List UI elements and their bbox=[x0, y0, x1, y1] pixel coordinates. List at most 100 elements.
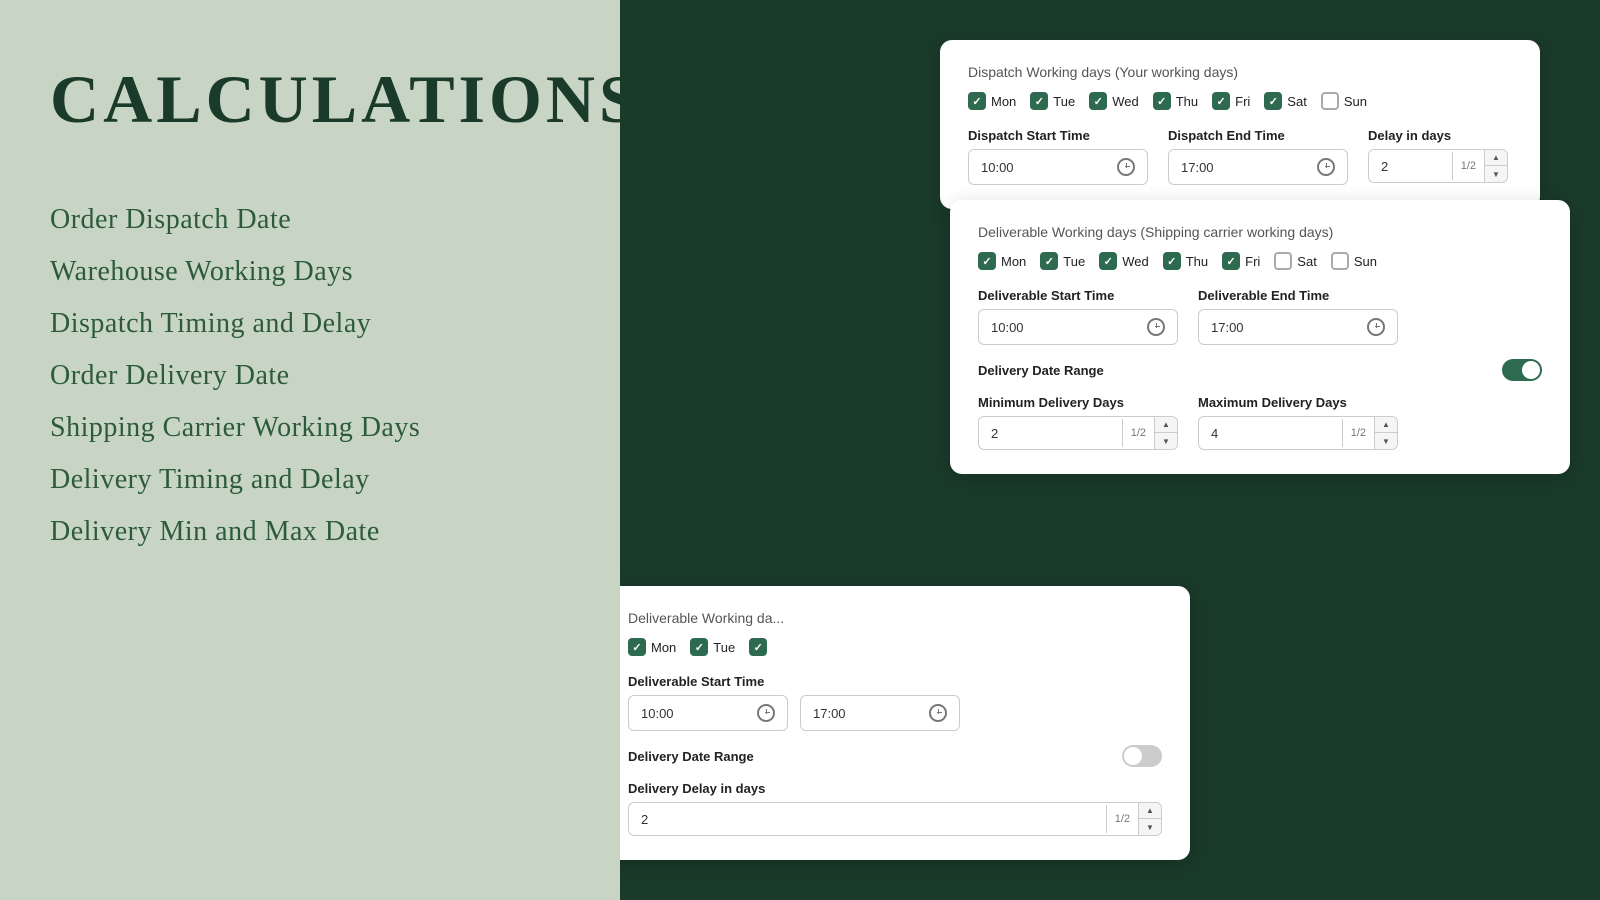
menu-item-1[interactable]: Order Dispatch Date bbox=[50, 199, 570, 241]
dispatch-start-input[interactable]: 10:00 bbox=[968, 149, 1148, 185]
partial-start-input[interactable]: 10:00 bbox=[628, 695, 788, 731]
dispatch-wed-label: Wed bbox=[1112, 94, 1139, 109]
menu-item-3[interactable]: Dispatch Timing and Delay bbox=[50, 303, 570, 345]
min-delivery-down[interactable]: ▼ bbox=[1155, 433, 1177, 449]
partial-toggle-knob bbox=[1124, 747, 1142, 765]
max-delivery-group: Maximum Delivery Days 4 1/2 ▲ ▼ bbox=[1198, 395, 1398, 450]
dispatch-end-group: Dispatch End Time 17:00 bbox=[1168, 128, 1348, 185]
deliverable-thu-checkbox[interactable] bbox=[1163, 252, 1181, 270]
deliverable-fri-checkbox[interactable] bbox=[1222, 252, 1240, 270]
menu-item-7[interactable]: Delivery Min and Max Date bbox=[50, 511, 570, 553]
deliverable-start-clock-icon[interactable] bbox=[1147, 318, 1165, 336]
deliverable-day-sat[interactable]: Sat bbox=[1274, 252, 1317, 270]
partial-day-mon[interactable]: Mon bbox=[628, 638, 676, 656]
partial-start-group: Deliverable Start Time 10:00 17:00 bbox=[628, 674, 1162, 731]
dispatch-mon-checkbox[interactable] bbox=[968, 92, 986, 110]
max-delivery-up[interactable]: ▲ bbox=[1375, 417, 1397, 433]
partial-tue-label: Tue bbox=[713, 640, 735, 655]
dispatch-tue-label: Tue bbox=[1053, 94, 1075, 109]
dispatch-delay-spinner[interactable]: 2 1/2 ▲ ▼ bbox=[1368, 149, 1508, 183]
partial-end-clock-icon[interactable] bbox=[929, 704, 947, 722]
partial-start-clock-icon[interactable] bbox=[757, 704, 775, 722]
dispatch-thu-checkbox[interactable] bbox=[1153, 92, 1171, 110]
partial-tue-checkbox[interactable] bbox=[690, 638, 708, 656]
deliverable-end-group: Deliverable End Time 17:00 bbox=[1198, 288, 1398, 345]
menu-item-4[interactable]: Order Delivery Date bbox=[50, 355, 570, 397]
delivery-date-range-row: Delivery Date Range bbox=[978, 359, 1542, 381]
dispatch-day-sun[interactable]: Sun bbox=[1321, 92, 1367, 110]
deliverable-day-thu[interactable]: Thu bbox=[1163, 252, 1208, 270]
min-delivery-buttons[interactable]: ▲ ▼ bbox=[1154, 417, 1177, 449]
dispatch-tue-checkbox[interactable] bbox=[1030, 92, 1048, 110]
dispatch-start-clock-icon[interactable] bbox=[1117, 158, 1135, 176]
dispatch-delay-up[interactable]: ▲ bbox=[1485, 150, 1507, 166]
partial-delay-value: 2 bbox=[629, 804, 1106, 835]
deliverable-wed-checkbox[interactable] bbox=[1099, 252, 1117, 270]
dispatch-end-input[interactable]: 17:00 bbox=[1168, 149, 1348, 185]
dispatch-delay-group: Delay in days 2 1/2 ▲ ▼ bbox=[1368, 128, 1508, 183]
deliverable-end-input[interactable]: 17:00 bbox=[1198, 309, 1398, 345]
dispatch-fri-checkbox[interactable] bbox=[1212, 92, 1230, 110]
max-delivery-value: 4 bbox=[1199, 418, 1342, 449]
min-delivery-spinner[interactable]: 2 1/2 ▲ ▼ bbox=[978, 416, 1178, 450]
deliverable-sat-checkbox[interactable] bbox=[1274, 252, 1292, 270]
partial-date-range-toggle[interactable] bbox=[1122, 745, 1162, 767]
dispatch-start-group: Dispatch Start Time 10:00 bbox=[968, 128, 1148, 185]
dispatch-day-mon[interactable]: Mon bbox=[968, 92, 1016, 110]
dispatch-sat-checkbox[interactable] bbox=[1264, 92, 1282, 110]
dispatch-sat-label: Sat bbox=[1287, 94, 1307, 109]
dispatch-day-fri[interactable]: Fri bbox=[1212, 92, 1250, 110]
partial-delay-up[interactable]: ▲ bbox=[1139, 803, 1161, 819]
deliverable-tue-checkbox[interactable] bbox=[1040, 252, 1058, 270]
dispatch-delay-label: Delay in days bbox=[1368, 128, 1508, 143]
dispatch-end-value: 17:00 bbox=[1181, 160, 1309, 175]
deliverable-end-clock-icon[interactable] bbox=[1367, 318, 1385, 336]
menu-item-6[interactable]: Delivery Timing and Delay bbox=[50, 459, 570, 501]
max-delivery-label: Maximum Delivery Days bbox=[1198, 395, 1398, 410]
dispatch-sun-checkbox[interactable] bbox=[1321, 92, 1339, 110]
max-delivery-spinner[interactable]: 4 1/2 ▲ ▼ bbox=[1198, 416, 1398, 450]
dispatch-day-wed[interactable]: Wed bbox=[1089, 92, 1139, 110]
partial-day-tue[interactable]: Tue bbox=[690, 638, 735, 656]
dispatch-delay-fraction: 1/2 bbox=[1452, 152, 1484, 180]
page-title: Calculations bbox=[50, 60, 570, 139]
partial-delay-down[interactable]: ▼ bbox=[1139, 819, 1161, 835]
partial-end-input[interactable]: 17:00 bbox=[800, 695, 960, 731]
max-delivery-down[interactable]: ▼ bbox=[1375, 433, 1397, 449]
menu-item-2[interactable]: Warehouse Working Days bbox=[50, 251, 570, 293]
deliverable-sun-checkbox[interactable] bbox=[1331, 252, 1349, 270]
partial-mon-checkbox[interactable] bbox=[628, 638, 646, 656]
deliverable-days-row: Mon Tue Wed Thu Fri bbox=[978, 252, 1542, 270]
deliverable-day-tue[interactable]: Tue bbox=[1040, 252, 1085, 270]
menu-item-5[interactable]: Shipping Carrier Working Days bbox=[50, 407, 570, 449]
dispatch-end-label: Dispatch End Time bbox=[1168, 128, 1348, 143]
dispatch-day-thu[interactable]: Thu bbox=[1153, 92, 1198, 110]
dispatch-wed-checkbox[interactable] bbox=[1089, 92, 1107, 110]
min-delivery-label: Minimum Delivery Days bbox=[978, 395, 1178, 410]
deliverable-card: Deliverable Working days (Shipping carri… bbox=[950, 200, 1570, 474]
delivery-date-range-toggle[interactable] bbox=[1502, 359, 1542, 381]
dispatch-end-clock-icon[interactable] bbox=[1317, 158, 1335, 176]
deliverable-time-row: Deliverable Start Time 10:00 Deliverable… bbox=[978, 288, 1542, 345]
min-delivery-up[interactable]: ▲ bbox=[1155, 417, 1177, 433]
dispatch-delay-down[interactable]: ▼ bbox=[1485, 166, 1507, 182]
deliverable-day-fri[interactable]: Fri bbox=[1222, 252, 1260, 270]
dispatch-day-tue[interactable]: Tue bbox=[1030, 92, 1075, 110]
deliverable-day-mon[interactable]: Mon bbox=[978, 252, 1026, 270]
deliverable-start-input[interactable]: 10:00 bbox=[978, 309, 1178, 345]
deliverable-start-label: Deliverable Start Time bbox=[978, 288, 1178, 303]
deliverable-mon-checkbox[interactable] bbox=[978, 252, 996, 270]
dispatch-start-value: 10:00 bbox=[981, 160, 1109, 175]
deliverable-day-wed[interactable]: Wed bbox=[1099, 252, 1149, 270]
partial-card-title: Deliverable Working da... bbox=[628, 610, 1162, 626]
dispatch-day-sat[interactable]: Sat bbox=[1264, 92, 1307, 110]
partial-delay-spinner[interactable]: 2 1/2 ▲ ▼ bbox=[628, 802, 1162, 836]
min-delivery-fraction: 1/2 bbox=[1122, 419, 1154, 447]
partial-delay-buttons[interactable]: ▲ ▼ bbox=[1138, 803, 1161, 835]
deliverable-day-sun[interactable]: Sun bbox=[1331, 252, 1377, 270]
min-delivery-value: 2 bbox=[979, 418, 1122, 449]
max-delivery-buttons[interactable]: ▲ ▼ bbox=[1374, 417, 1397, 449]
partial-extra-checkbox[interactable] bbox=[749, 638, 767, 656]
partial-start-value: 10:00 bbox=[641, 706, 749, 721]
dispatch-delay-spinner-buttons[interactable]: ▲ ▼ bbox=[1484, 150, 1507, 182]
